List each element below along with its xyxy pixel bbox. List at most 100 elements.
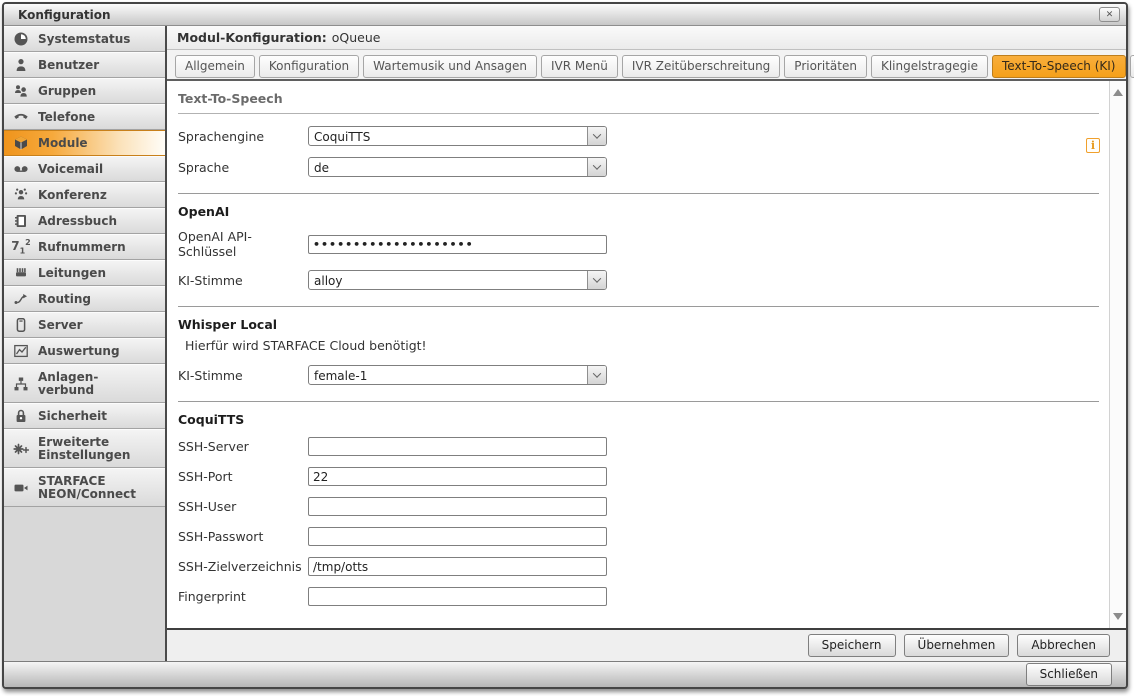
sidebar-item-server[interactable]: Server [4, 312, 165, 338]
openai-api-schl-ssel-input[interactable] [308, 235, 607, 254]
section-title-coquitts: CoquiTTS [178, 412, 1099, 427]
sprache-select[interactable]: de [308, 157, 607, 177]
chevron-down-icon[interactable] [587, 127, 606, 145]
sidebar-item-label: Sicherheit [38, 410, 107, 423]
scrollbar[interactable] [1109, 81, 1126, 628]
tab-content-scroll-area: Text-To-SpeechSprachengineCoquiTTSSprach… [167, 81, 1126, 628]
field-label: Fingerprint [178, 589, 308, 604]
tab-text-to-speech-ki[interactable]: Text-To-Speech (KI) [992, 55, 1125, 78]
sidebar-item-label: Rufnummern [38, 241, 126, 254]
sidebar-item-anlagenverbund[interactable]: Anlagen-verbund [4, 364, 165, 403]
sidebar-item-label: Telefone [38, 111, 95, 124]
ssh-user-input[interactable] [308, 497, 607, 516]
user-icon [4, 57, 38, 73]
form-row: KI-Stimmealloy [178, 270, 1099, 290]
tab-ivr-men[interactable]: IVR Menü [541, 55, 618, 78]
tab-allgemein[interactable]: Allgemein [175, 55, 255, 78]
ssh-zielverzeichnis-input[interactable] [308, 557, 607, 576]
cancel-button[interactable]: Abbrechen [1017, 634, 1110, 657]
conference-icon [4, 187, 38, 203]
select-value: alloy [309, 271, 587, 289]
sidebar-item-sicherheit[interactable]: Sicherheit [4, 403, 165, 429]
lines-icon [4, 265, 38, 281]
form-row: Fingerprint [178, 587, 1099, 606]
system-status-icon [4, 31, 38, 47]
select-value: CoquiTTS [309, 127, 587, 145]
save-button[interactable]: Speichern [808, 634, 896, 657]
sidebar-item-label: Voicemail [38, 163, 103, 176]
ssh-server-input[interactable] [308, 437, 607, 456]
tab-priorit-ten[interactable]: Prioritäten [784, 55, 867, 78]
ssh-passwort-input[interactable] [308, 527, 607, 546]
sidebar-item-routing[interactable]: Routing [4, 286, 165, 312]
field-label: SSH-Zielverzeichnis [178, 559, 308, 574]
ssh-port-input[interactable] [308, 467, 607, 486]
routing-icon [4, 291, 38, 307]
action-button-strip: Speichern Übernehmen Abbrechen [167, 628, 1126, 661]
sidebar-item-label: Server [38, 319, 83, 332]
window-title: Konfiguration [18, 8, 1099, 22]
sidebar-item-label: STARFACENEON/Connect [38, 475, 136, 501]
advanced-settings-icon [4, 441, 38, 457]
chevron-down-icon[interactable] [587, 158, 606, 176]
chevron-down-icon[interactable] [587, 366, 606, 384]
section-divider [178, 306, 1099, 307]
window-close-button[interactable]: ✕ [1099, 7, 1120, 22]
sidebar-item-gruppen[interactable]: Gruppen [4, 78, 165, 104]
sidebar-item-systemstatus[interactable]: Systemstatus [4, 26, 165, 52]
interconnect-icon [4, 376, 38, 392]
select-value: female-1 [309, 366, 587, 384]
field-label: OpenAI API-Schlüssel [178, 229, 308, 259]
sidebar-item-label: Benutzer [38, 59, 99, 72]
sidebar-item-erweiterte-einstellungen[interactable]: ErweiterteEinstellungen [4, 429, 165, 468]
tab-wartemusik-und-ansagen[interactable]: Wartemusik und Ansagen [363, 55, 537, 78]
sidebar-item-module[interactable]: Module [4, 130, 165, 156]
chevron-down-icon[interactable] [587, 271, 606, 289]
form-row: SprachengineCoquiTTS [178, 126, 1099, 146]
sidebar-item-label: Leitungen [38, 267, 106, 280]
form-row: KI-Stimmefemale-1 [178, 365, 1099, 385]
phone-icon [4, 109, 38, 125]
chart-icon [4, 343, 38, 359]
section-note: Hierfür wird STARFACE Cloud benötigt! [185, 338, 1099, 353]
sidebar-item-auswertung[interactable]: Auswertung [4, 338, 165, 364]
ki-stimme-select[interactable]: alloy [308, 270, 607, 290]
sidebar-item-rufnummern[interactable]: 712Rufnummern [4, 234, 165, 260]
sprachengine-select[interactable]: CoquiTTS [308, 126, 607, 146]
sidebar-item-voicemail[interactable]: Voicemail [4, 156, 165, 182]
section-title-whisper-local: Whisper Local [178, 317, 1099, 332]
sidebar-item-benutzer[interactable]: Benutzer [4, 52, 165, 78]
sidebar-item-telefone[interactable]: Telefone [4, 104, 165, 130]
sidebar-item-konferenz[interactable]: Konferenz [4, 182, 165, 208]
info-icon[interactable]: i [1086, 138, 1100, 153]
camera-icon [4, 480, 38, 496]
fingerprint-input[interactable] [308, 587, 607, 606]
field-label: SSH-Server [178, 439, 308, 454]
tab-konfiguration[interactable]: Konfiguration [259, 55, 359, 78]
ki-stimme-select[interactable]: female-1 [308, 365, 607, 385]
voicemail-icon [4, 161, 38, 177]
tab-ivr-zeit-berschreitung[interactable]: IVR Zeitüberschreitung [622, 55, 780, 78]
apply-button[interactable]: Übernehmen [904, 634, 1010, 657]
sidebar-item-adressbuch[interactable]: Adressbuch [4, 208, 165, 234]
modules-cube-icon [4, 135, 38, 151]
module-header-value: oQueue [332, 30, 381, 45]
form-row: SSH-Passwort [178, 527, 1099, 546]
module-panel: Modul-Konfiguration: oQueue AllgemeinKon… [167, 26, 1126, 661]
sidebar-item-label: Auswertung [38, 345, 120, 358]
close-window-button[interactable]: Schließen [1026, 663, 1112, 686]
form-row: SSH-Port [178, 467, 1099, 486]
scroll-up-icon[interactable] [1113, 89, 1123, 96]
tab-klingelstragegie[interactable]: Klingelstragegie [871, 55, 988, 78]
section-divider [178, 193, 1099, 194]
field-label: KI-Stimme [178, 273, 308, 288]
scroll-down-icon[interactable] [1113, 613, 1123, 620]
tab-hilfe[interactable]: Hilfe [1130, 55, 1134, 78]
sidebar-item-leitungen[interactable]: Leitungen [4, 260, 165, 286]
form-row: SSH-User [178, 497, 1099, 516]
sidebar-item-starface-neon-connect[interactable]: STARFACENEON/Connect [4, 468, 165, 507]
server-icon [4, 317, 38, 333]
sidebar-item-label: Systemstatus [38, 33, 130, 46]
addressbook-icon [4, 213, 38, 229]
module-header-label: Modul-Konfiguration: [177, 30, 327, 45]
